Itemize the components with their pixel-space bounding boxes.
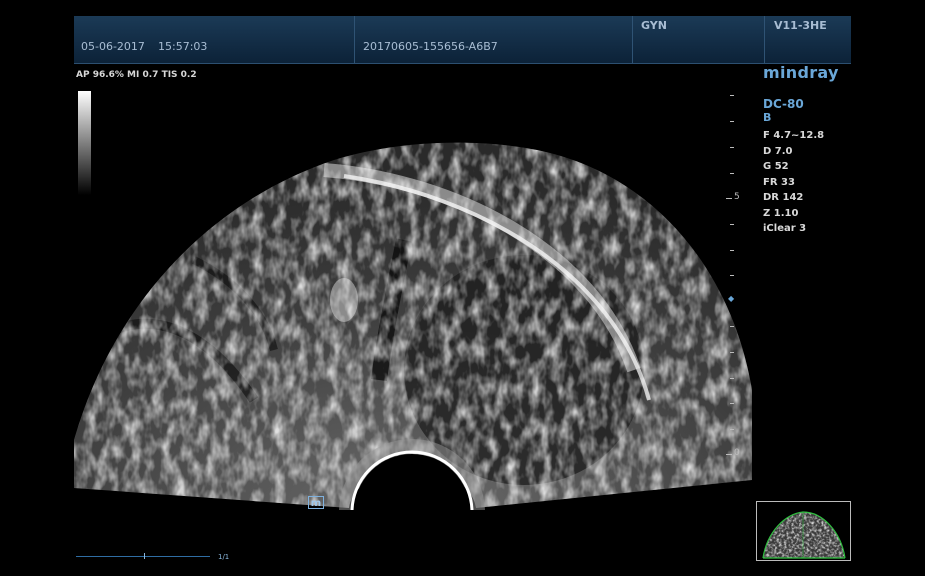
info-header-bar: 05-06-2017 15:57:03 20170605-155656-A6B7… (74, 16, 851, 64)
param-frame-rate: FR 33 (763, 176, 795, 188)
param-iclear: iClear 3 (763, 223, 807, 234)
cine-progress-bar[interactable] (76, 556, 210, 557)
depth-tick (730, 352, 734, 353)
depth-tick (730, 121, 734, 122)
depth-tick (726, 454, 732, 455)
param-gain: G 52 (763, 161, 789, 172)
cine-frame-label: 1/1 (218, 553, 230, 561)
depth-tick (730, 224, 734, 225)
exam-id: 20170605-155656-A6B7 (363, 40, 498, 53)
param-dynamic-range: DR 142 (763, 192, 804, 203)
cine-position-marker[interactable] (144, 553, 145, 559)
depth-tick (730, 275, 734, 276)
brand-logo: mindray (763, 63, 839, 82)
probe-name: V11-3HE (774, 19, 827, 32)
ultrasound-image[interactable] (74, 140, 752, 510)
imaging-parameters-panel: DC-80 B F 4.7~12.8 D 7.0 G 52 FR 33 DR 1… (763, 98, 824, 237)
param-frequency: F 4.7~12.8 (763, 130, 825, 141)
imaging-mode: B (763, 111, 772, 124)
depth-scale: 5 ◆ 0 (720, 90, 750, 470)
depth-tick (730, 147, 734, 148)
header-divider (354, 16, 355, 63)
exam-time: 15:57:03 (158, 40, 208, 53)
depth-tick (730, 250, 734, 251)
param-zoom: Z 1.10 (763, 207, 799, 219)
depth-tick (730, 173, 734, 174)
acoustic-output-readout: AP 96.6% MI 0.7 TIS 0.2 (76, 70, 197, 80)
depth-tick (730, 429, 734, 430)
probe-orientation-marker: m (308, 496, 324, 509)
depth-tick (730, 326, 734, 327)
exam-date: 05-06-2017 (81, 40, 145, 53)
depth-tick (730, 378, 734, 379)
header-divider (764, 16, 765, 63)
param-depth: D 7.0 (763, 145, 793, 157)
depth-tick (730, 403, 734, 404)
focus-arrow-icon[interactable]: ◆ (728, 294, 734, 303)
depth-label-5: 5 (734, 192, 740, 202)
volume-thumbnail[interactable] (756, 501, 851, 561)
depth-tick (726, 198, 732, 199)
system-model: DC-80 (763, 97, 804, 111)
header-divider (632, 16, 633, 63)
exam-department: GYN (641, 19, 667, 32)
depth-label-0: 0 (734, 448, 740, 458)
depth-tick (730, 95, 734, 96)
